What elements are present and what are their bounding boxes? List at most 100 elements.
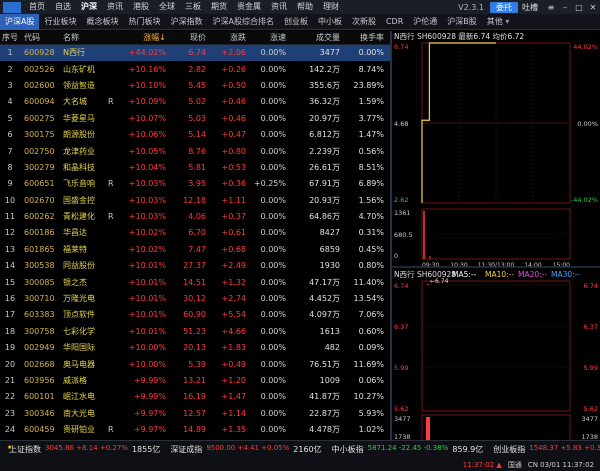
col-speed[interactable]: 涨速 <box>246 31 286 44</box>
cell-name: N西行 <box>63 48 85 58</box>
table-row[interactable]: 4 600094 大名城 R +10.09% 5.02 +0.46 0.00% 36.32万 1.… <box>0 94 390 110</box>
tab-6[interactable]: 创业板 <box>279 14 313 30</box>
tab-7[interactable]: 中小板 <box>313 14 347 30</box>
col-turnover[interactable]: 换手率 <box>340 31 388 44</box>
close-icon[interactable]: ✕ <box>586 3 600 12</box>
tab-0[interactable]: 沪深A股 <box>0 13 40 30</box>
table-row[interactable]: 3 002600 领益智造 +10.10% 5.45 +0.50 0.00% 355.6万 23… <box>0 78 390 94</box>
status-text[interactable]: 国通 <box>508 460 522 470</box>
cell-speed: 0.00% <box>260 326 286 336</box>
col-name[interactable]: 名称 <box>60 31 108 44</box>
cell-pct: +9.99% <box>133 376 166 385</box>
menu-item-1[interactable]: 自选 <box>50 0 76 14</box>
tab-8[interactable]: 次新股 <box>347 14 381 30</box>
menu-item-5[interactable]: 全球 <box>154 0 180 14</box>
table-row[interactable]: 19 002949 华阳国际 +10.00% 20.13 +1.83 0.00% 482 0.0… <box>0 340 390 356</box>
table-row[interactable]: 20 002668 奥马电器 +10.00% 5.39 +0.49 0.00% 76.51万 1… <box>0 356 390 372</box>
table-row[interactable]: 13 601865 福莱特 +10.02% 7.47 +0.68 0.00% 6859 0.45… <box>0 242 390 258</box>
trade-button[interactable]: 委托 <box>490 1 518 13</box>
menu-item-10[interactable]: 帮助 <box>292 0 318 14</box>
tab-9[interactable]: CDR <box>381 14 408 30</box>
cell-pct: +10.01% <box>128 277 166 287</box>
cell-no: 22 <box>4 392 16 402</box>
tab-1[interactable]: 行业板块 <box>39 14 81 30</box>
menu-item-3[interactable]: 资讯 <box>102 0 128 14</box>
table-row[interactable]: 16 300710 万隆光电 +10.01% 30.12 +2.74 0.00% 4.452万… <box>0 291 390 307</box>
cell-change: +1.32 <box>221 277 246 287</box>
menu-item-6[interactable]: 三板 <box>180 0 206 14</box>
table-row[interactable]: 10 002670 国盛金控 +10.03% 12.18 +1.11 0.00% 20.93万… <box>0 193 390 209</box>
maximize-icon[interactable]: □ <box>572 3 586 12</box>
volume-axis-label: 680.5 <box>394 231 413 239</box>
menu-item-9[interactable]: 资讯 <box>266 0 292 14</box>
table-row[interactable]: 21 603956 威派格 +9.99% 13.21 +1.20 0.00% 1009 0.06… <box>0 373 390 389</box>
chevron-down-icon: ▾ <box>502 16 510 26</box>
table-row[interactable]: 24 600459 贵研铂业 R +9.97% 14.89 +1.35 0.00% 4.478万… <box>0 422 390 438</box>
tab-3[interactable]: 热门板块 <box>123 14 165 30</box>
col-change[interactable]: 涨跌 <box>206 31 246 44</box>
tab-label: 其他 <box>486 16 503 26</box>
cell-price: 5.14 <box>188 130 206 140</box>
col-price[interactable]: 现价 <box>166 31 206 44</box>
index-value: 5871.24 -22.45 -0.38% <box>367 444 449 452</box>
table-row[interactable]: 17 603383 顶点软件 +10.01% 60.90 +5.54 0.00% 4.097万… <box>0 307 390 323</box>
tab-label: 行业板块 <box>44 16 77 26</box>
menu-item-4[interactable]: 港股 <box>128 0 154 14</box>
cell-speed: 0.00% <box>260 80 286 90</box>
index-item[interactable]: 中小板指 5871.24 -22.45 -0.38% 859.9亿 <box>332 444 494 455</box>
col-pct[interactable]: 涨幅↓ <box>124 31 166 44</box>
index-item[interactable]: 深证成指 9500.00 +4.41 +0.05% 2160亿 <box>170 444 331 455</box>
cell-code: 002668 <box>24 359 55 369</box>
table-row[interactable]: 22 600101 岷江水电 +9.99% 16.19 +1.47 0.00% 41.87万 1… <box>0 389 390 405</box>
table-row[interactable]: 11 600262 青松建化 R +10.03% 4.06 +0.37 0.00% 64.86万… <box>0 209 390 225</box>
table-row[interactable]: 14 300538 同益股份 +10.01% 27.37 +2.49 0.00% 1930 0.… <box>0 258 390 274</box>
table-row[interactable]: 1 600928 N西行 +44.02% 6.74 +2.06 0.00% 3477 0.00% <box>0 45 390 62</box>
table-row[interactable]: 15 300085 银之杰 +10.01% 14.51 +1.32 0.00% 47.17万 1… <box>0 274 390 290</box>
table-row[interactable]: 6 300175 朗源股份 +10.06% 5.14 +0.47 0.00% 6.812万 1.… <box>0 127 390 143</box>
cell-pct: +10.00% <box>128 359 166 369</box>
table-row[interactable]: 7 002750 龙津药业 +10.05% 8.76 +0.80 0.00% 2.239万 0.… <box>0 143 390 159</box>
version-label: V2.3.1 <box>458 2 484 12</box>
tab-12[interactable]: 其他 ▾ <box>482 14 515 30</box>
menu-item-0[interactable]: 首页 <box>24 0 50 14</box>
cell-turnover: 7.06% <box>358 310 384 320</box>
table-row[interactable]: 12 600186 华昌达 +10.02% 6.70 +0.61 0.00% 8427 0.31… <box>0 225 390 241</box>
cell-code: 300758 <box>24 326 55 336</box>
menu-item-8[interactable]: 贵金属 <box>232 0 266 14</box>
table-row[interactable]: 5 600275 华菱星马 +10.07% 5.03 +0.46 0.00% 20.97万 3.… <box>0 111 390 127</box>
kline-price-axis-label: 5.62 <box>394 405 408 413</box>
tab-2[interactable]: 概念板块 <box>81 14 123 30</box>
menu-item-2[interactable]: 沪深 <box>76 0 102 14</box>
index-item[interactable]: 上证指数 3045.86 +8.14 +0.27% 1855亿 <box>9 444 170 455</box>
menu-icon[interactable]: ≡ <box>544 3 558 12</box>
cell-code: 002600 <box>24 80 55 90</box>
cell-code: 002670 <box>24 195 55 205</box>
feedback-button[interactable]: 吐槽 <box>522 2 538 13</box>
cell-name: 华菱星马 <box>63 113 95 123</box>
minimize-icon[interactable]: – <box>558 3 572 12</box>
table-row[interactable]: 23 300346 南大光电 +9.97% 12.57 +1.14 0.00% 22.87万 5… <box>0 406 390 422</box>
index-item[interactable]: 创业板指1548.37 +5.83 +0.38% <box>493 444 600 455</box>
cell-no: 16 <box>4 294 16 304</box>
tab-4[interactable]: 沪深指数 <box>165 14 207 30</box>
table-row[interactable]: 18 300758 七彩化学 +10.01% 51.23 +4.66 0.00% 1613 0.… <box>0 324 390 340</box>
index-value: 9500.00 +4.41 +0.05% <box>206 444 290 452</box>
col-volume[interactable]: 成交量 <box>286 31 340 44</box>
cell-price: 51.23 <box>183 326 206 336</box>
col-code[interactable]: 代码 <box>20 31 60 44</box>
cell-pct: +10.01% <box>128 261 166 271</box>
table-row[interactable]: 9 600651 飞乐音响 R +10.03% 3.95 +0.36 +0.25% 67.91万… <box>0 176 390 192</box>
menu-bar: 首页 自选 沪深 资讯 港股 全球 三板 期货 贵金属 资讯 帮助 理财 V2.3.1 委托 吐槽 ≡… <box>0 0 600 14</box>
kline-frame <box>421 280 571 412</box>
table-row[interactable]: 2 002526 山东矿机 +10.16% 2.82 +0.26 0.00% 142.2万 8.… <box>0 61 390 77</box>
tab-10[interactable]: 沪伦通 <box>408 14 442 30</box>
cell-code: 600275 <box>24 113 55 123</box>
menu-item-7[interactable]: 期货 <box>206 0 232 14</box>
menu-item-11[interactable]: 理财 <box>318 0 344 14</box>
col-no[interactable]: 序号 <box>0 31 20 44</box>
table-row[interactable]: 8 300279 和晶科技 +10.04% 5.81 +0.53 0.00% 26.61万 8.… <box>0 160 390 176</box>
cell-code: 600459 <box>24 425 55 435</box>
tab-11[interactable]: 沪深B股 <box>442 14 482 30</box>
cell-volume: 355.6万 <box>309 80 340 90</box>
tab-5[interactable]: 沪深A股综合排名 <box>207 14 278 30</box>
